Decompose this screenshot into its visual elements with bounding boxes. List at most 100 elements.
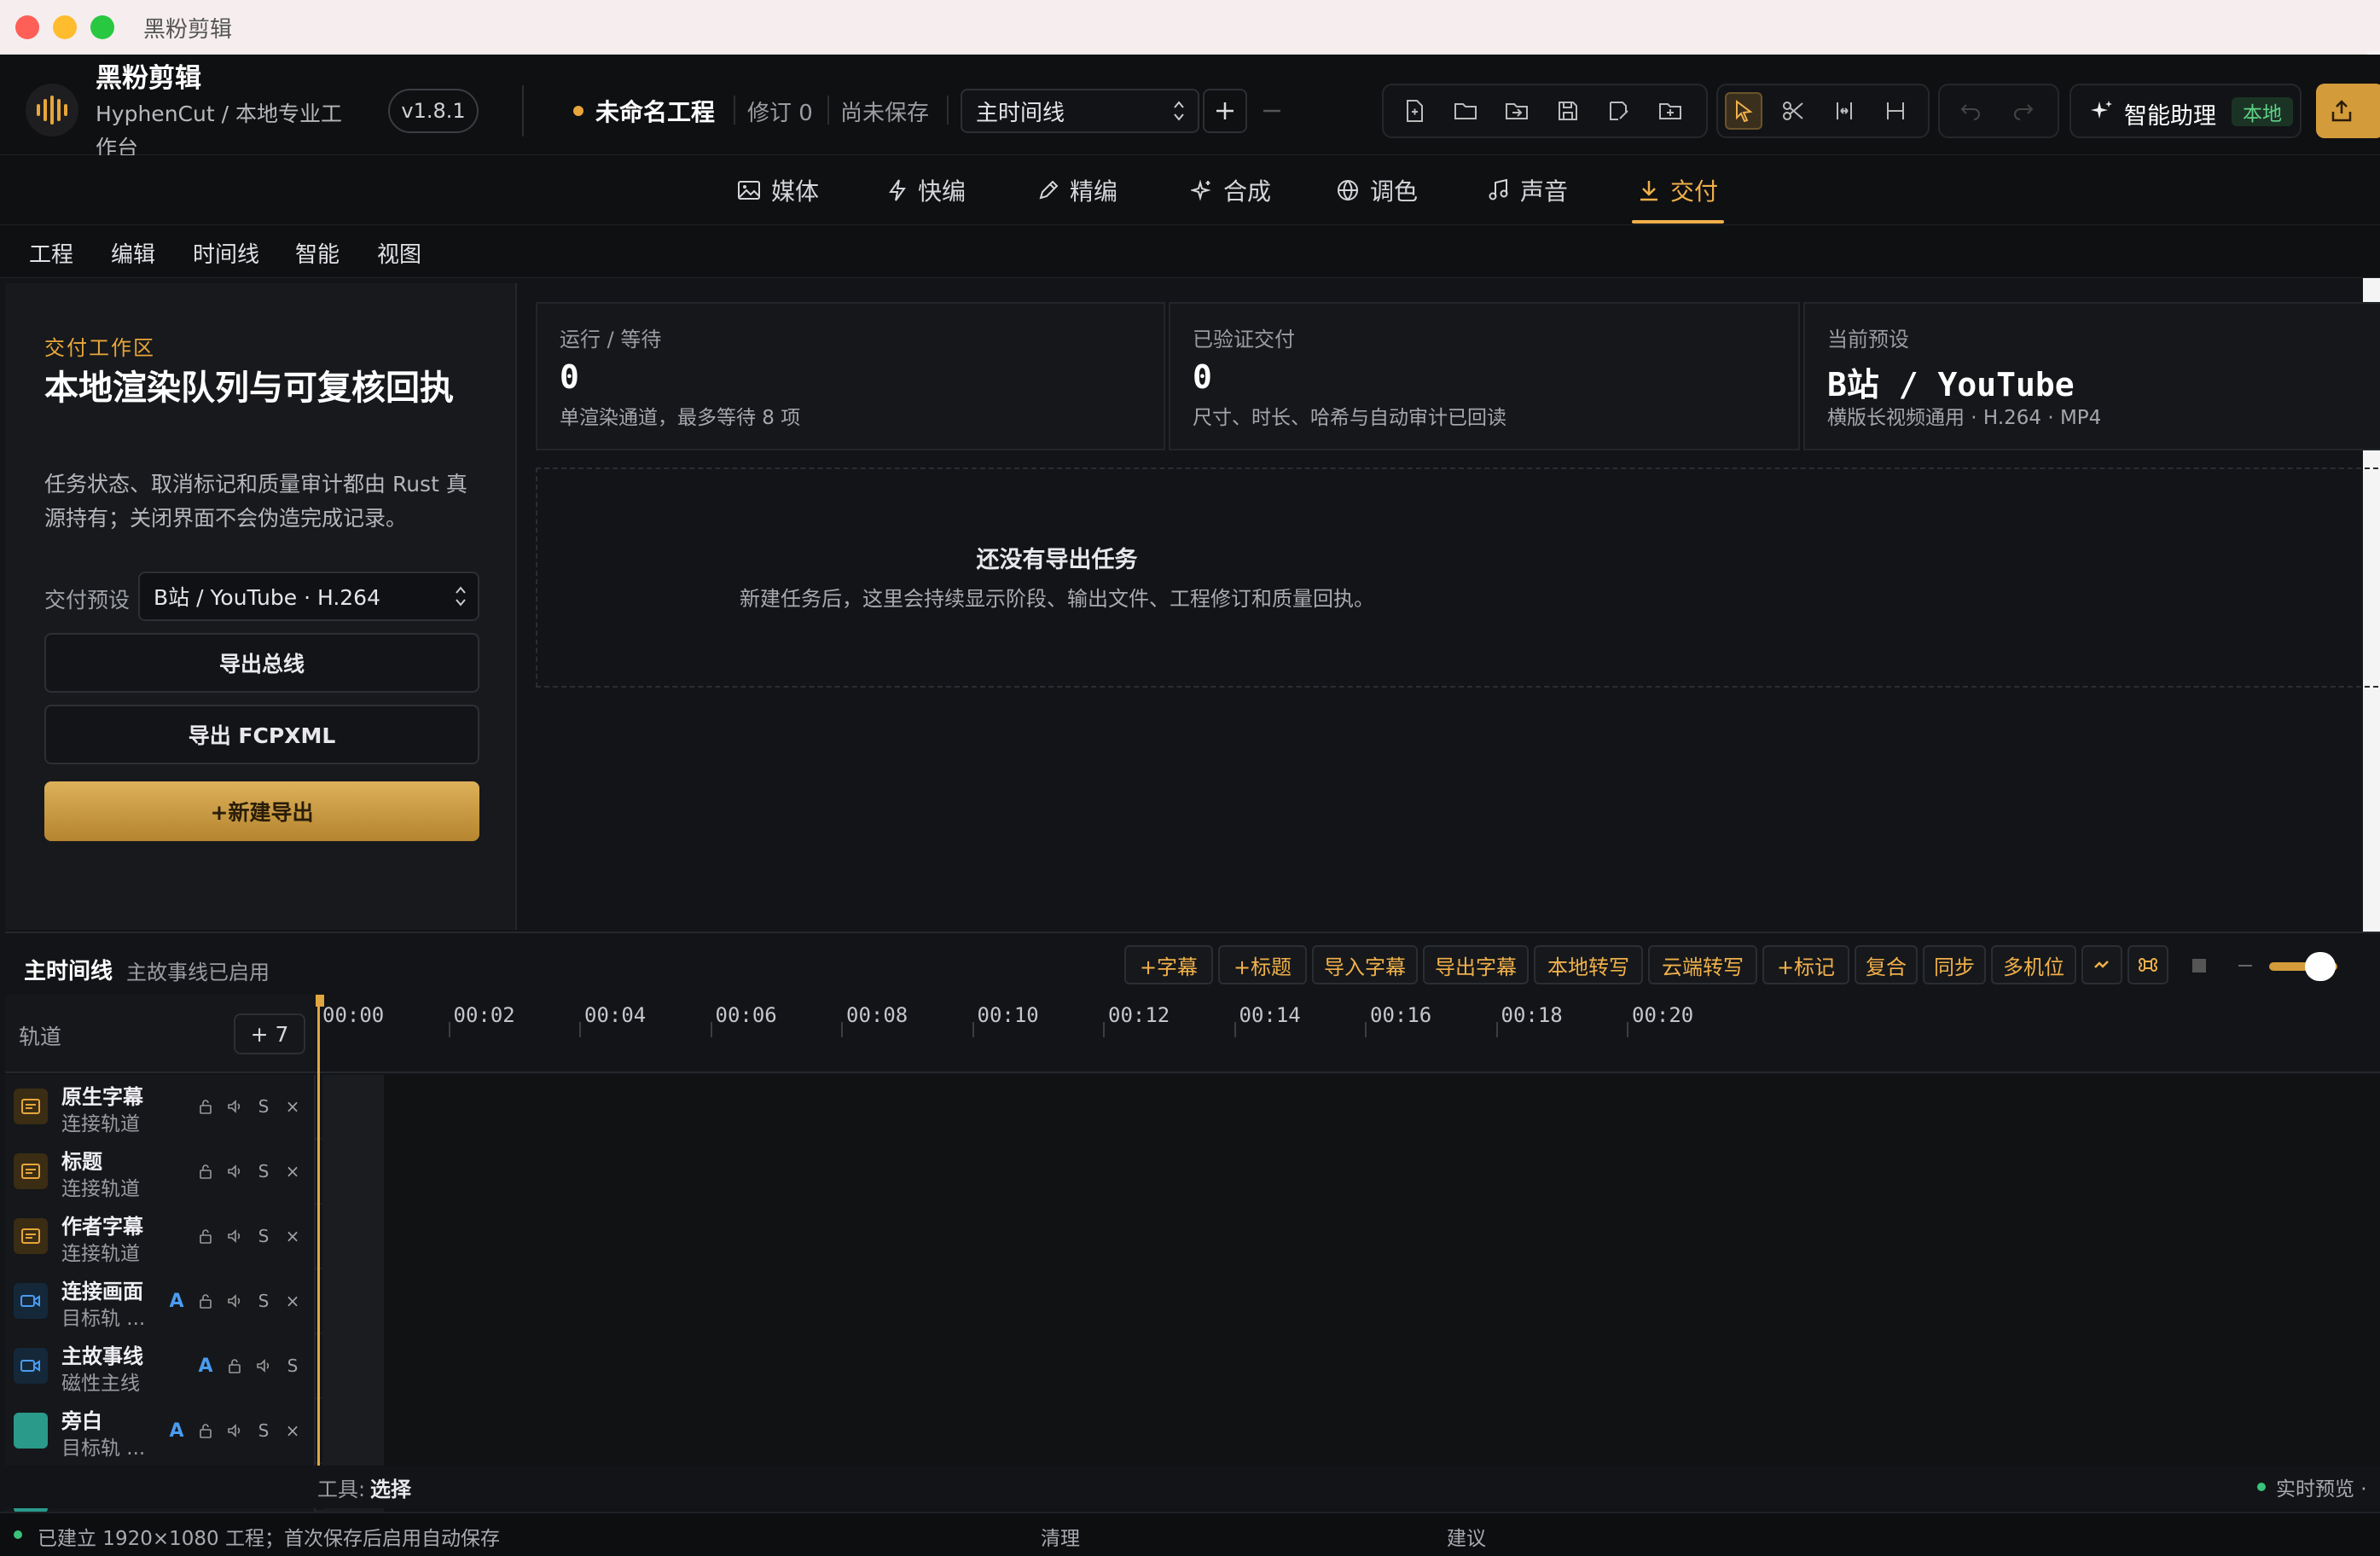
track-lane[interactable]: [322, 1269, 2380, 1334]
import-folder-button[interactable]: [1498, 92, 1535, 130]
add-timeline-button[interactable]: [1203, 89, 1247, 133]
speaker-icon[interactable]: [223, 1094, 246, 1119]
open-folder-button[interactable]: [1447, 92, 1484, 130]
close-icon[interactable]: ×: [282, 1158, 304, 1184]
solo-toggle[interactable]: S: [253, 1418, 275, 1443]
speaker-icon[interactable]: [223, 1223, 246, 1249]
track-header[interactable]: 原生字幕 连接轨道 S ×: [5, 1075, 316, 1140]
delivery-preset-select[interactable]: B站 / YouTube · H.264: [138, 572, 479, 621]
menu-project[interactable]: 工程: [29, 237, 73, 269]
tab-delivery[interactable]: 交付: [1638, 171, 1718, 210]
audio-target-toggle[interactable]: A: [165, 1288, 188, 1314]
add-track-button[interactable]: + 7: [234, 1013, 305, 1054]
close-window-button[interactable]: [15, 15, 39, 39]
timeline-track[interactable]: 作者字幕 连接轨道 S ×: [5, 1205, 2380, 1269]
tab-media[interactable]: 媒体: [737, 171, 819, 210]
track-lane[interactable]: [322, 1140, 2380, 1205]
solo-toggle[interactable]: S: [253, 1223, 275, 1249]
export-subtitle-button[interactable]: 导出字幕: [1423, 945, 1529, 984]
solo-toggle[interactable]: S: [253, 1158, 275, 1184]
new-export-button[interactable]: +新建导出: [44, 781, 479, 841]
track-lane[interactable]: [322, 1399, 2380, 1464]
sync-button[interactable]: 同步: [1923, 945, 1986, 984]
multicam-button[interactable]: 多机位: [1991, 945, 2076, 984]
lock-icon[interactable]: [194, 1223, 217, 1249]
add-subtitle-button[interactable]: +字幕: [1124, 945, 1213, 984]
close-icon[interactable]: ×: [282, 1418, 304, 1443]
tab-color[interactable]: 调色: [1336, 171, 1418, 210]
track-lane[interactable]: [322, 1334, 2380, 1399]
save-button[interactable]: [1549, 92, 1587, 130]
timeline-track[interactable]: 连接画面 目标轨 ... A S ×: [5, 1269, 2380, 1334]
tab-fine-edit[interactable]: 精编: [1037, 171, 1117, 210]
speaker-icon[interactable]: [223, 1418, 246, 1443]
zoom-window-button[interactable]: [90, 15, 114, 39]
range-tool-button[interactable]: [1877, 92, 1914, 130]
add-marker-button[interactable]: +标记: [1762, 945, 1849, 984]
tab-composite[interactable]: 合成: [1191, 171, 1271, 210]
snap-icon[interactable]: [2127, 945, 2168, 984]
menu-edit[interactable]: 编辑: [111, 237, 155, 269]
blade-tool-button[interactable]: [1774, 92, 1812, 130]
playhead[interactable]: [317, 996, 320, 1474]
lock-icon[interactable]: [223, 1353, 246, 1379]
solo-toggle[interactable]: S: [253, 1288, 275, 1314]
share-export-button[interactable]: [2316, 84, 2380, 138]
speaker-icon[interactable]: [223, 1288, 246, 1314]
close-icon[interactable]: ×: [282, 1288, 304, 1314]
status-suggest-button[interactable]: 建议: [1447, 1522, 1486, 1551]
timeline-track[interactable]: 标题 连接轨道 S ×: [5, 1140, 2380, 1205]
add-title-button[interactable]: +标题: [1218, 945, 1307, 984]
local-transcribe-button[interactable]: 本地转写: [1534, 945, 1643, 984]
timeline-track[interactable]: 原生字幕 连接轨道 S ×: [5, 1075, 2380, 1140]
save-as-button[interactable]: [1600, 92, 1638, 130]
minimize-window-button[interactable]: [53, 15, 77, 39]
track-header[interactable]: 旁白 目标轨 ... A S ×: [5, 1399, 316, 1464]
menu-timeline[interactable]: 时间线: [193, 237, 259, 269]
track-lane[interactable]: [322, 1205, 2380, 1269]
track-header[interactable]: 标题 连接轨道 S ×: [5, 1140, 316, 1205]
track-header[interactable]: 连接画面 目标轨 ... A S ×: [5, 1269, 316, 1334]
export-fcpxml-button[interactable]: 导出 FCPXML: [44, 705, 479, 764]
close-icon[interactable]: ×: [282, 1223, 304, 1249]
compound-button[interactable]: 复合: [1855, 945, 1918, 984]
timeline-track[interactable]: 旁白 目标轨 ... A S ×: [5, 1399, 2380, 1464]
import-subtitle-button[interactable]: 导入字幕: [1312, 945, 1418, 984]
new-file-button[interactable]: [1396, 92, 1433, 130]
live-preview-label[interactable]: 实时预览 ·: [2276, 1472, 2367, 1501]
menu-view[interactable]: 视图: [377, 237, 421, 269]
close-icon[interactable]: ×: [282, 1094, 304, 1119]
status-clean-button[interactable]: 清理: [1041, 1522, 1080, 1551]
lock-icon[interactable]: [194, 1094, 217, 1119]
audio-target-toggle[interactable]: A: [165, 1418, 188, 1443]
timeline-track[interactable]: 主故事线 磁性主线 A S: [5, 1334, 2380, 1399]
cloud-transcribe-button[interactable]: 云端转写: [1648, 945, 1757, 984]
smart-assistant-button[interactable]: 智能助理 本地: [2069, 84, 2302, 138]
tab-quick-edit[interactable]: 快编: [887, 171, 966, 210]
timeline-select[interactable]: 主时间线: [961, 89, 1199, 133]
ripple-icon[interactable]: [2081, 945, 2122, 984]
tab-sound[interactable]: 声音: [1488, 171, 1568, 210]
track-header[interactable]: 作者字幕 连接轨道 S ×: [5, 1205, 316, 1269]
zoom-slider-knob[interactable]: [2305, 952, 2336, 981]
playhead-handle[interactable]: [316, 995, 324, 1007]
zoom-out-icon[interactable]: [2235, 955, 2255, 976]
menu-smart[interactable]: 智能: [295, 237, 340, 269]
speaker-icon[interactable]: [253, 1353, 275, 1379]
export-folder-button[interactable]: [1651, 92, 1689, 130]
trim-tool-button[interactable]: [1826, 92, 1863, 130]
remove-timeline-button[interactable]: [1250, 89, 1294, 133]
solo-toggle[interactable]: S: [253, 1094, 275, 1119]
audio-target-toggle[interactable]: A: [194, 1353, 217, 1379]
lock-icon[interactable]: [194, 1418, 217, 1443]
select-tool-button[interactable]: [1725, 92, 1762, 130]
undo-icon[interactable]: [1952, 92, 1989, 130]
export-bus-button[interactable]: 导出总线: [44, 633, 479, 693]
redo-icon[interactable]: [2005, 92, 2042, 130]
solo-toggle[interactable]: S: [282, 1353, 304, 1379]
stop-icon[interactable]: [2189, 955, 2209, 976]
lock-icon[interactable]: [194, 1158, 217, 1184]
track-header[interactable]: 主故事线 磁性主线 A S: [5, 1334, 316, 1399]
track-lane[interactable]: [322, 1075, 2380, 1140]
lock-icon[interactable]: [194, 1288, 217, 1314]
